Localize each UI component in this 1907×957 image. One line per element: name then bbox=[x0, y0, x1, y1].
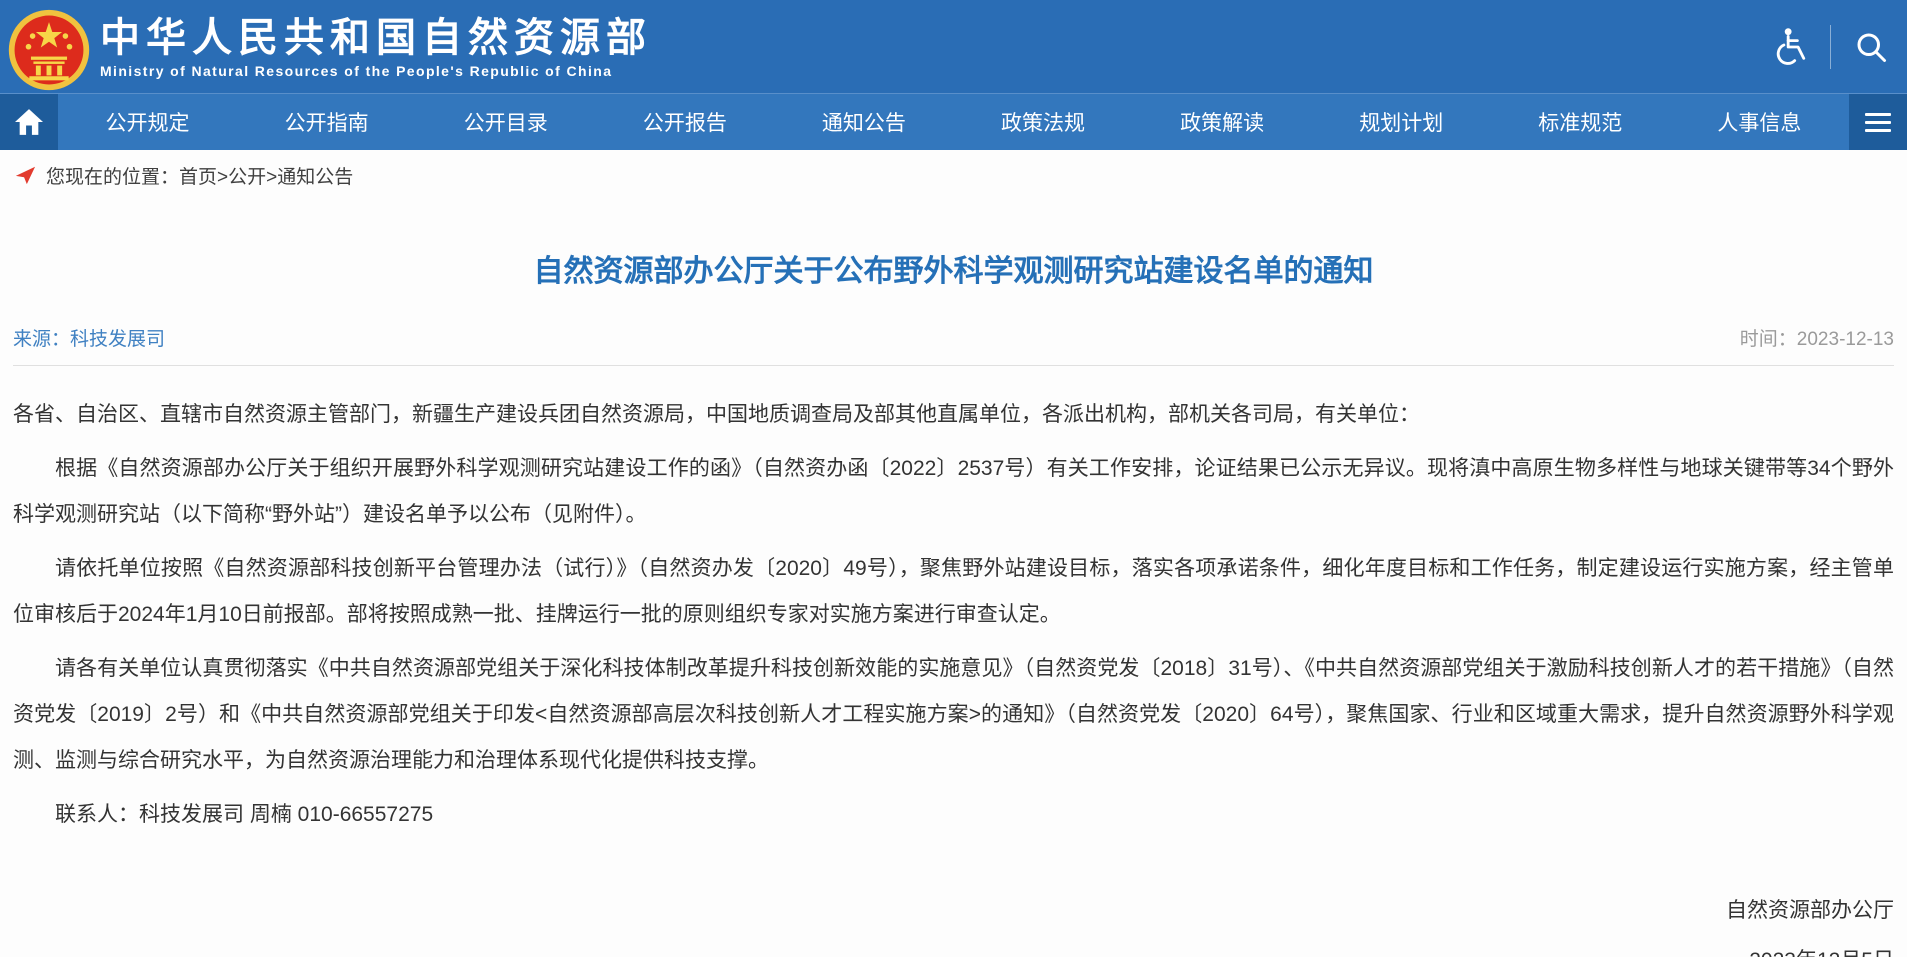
national-emblem-icon bbox=[8, 9, 90, 91]
site-title: 中华人民共和国自然资源部 bbox=[100, 15, 652, 61]
header-divider bbox=[1830, 25, 1831, 69]
article: 自然资源部办公厅关于公布野外科学观测研究站建设名单的通知 来源：科技发展司 时间… bbox=[0, 252, 1907, 957]
nav-item-open-catalog[interactable]: 公开目录 bbox=[416, 94, 595, 150]
article-meta: 来源：科技发展司 时间：2023-12-13 bbox=[13, 324, 1894, 366]
header-tools bbox=[1774, 0, 1889, 93]
search-button[interactable] bbox=[1853, 29, 1889, 65]
site-subtitle: Ministry of Natural Resources of the Peo… bbox=[100, 63, 652, 79]
accessibility-icon bbox=[1774, 27, 1808, 67]
nav-item-policies-laws[interactable]: 政策法规 bbox=[953, 94, 1132, 150]
accessibility-button[interactable] bbox=[1774, 27, 1808, 67]
article-footer: 自然资源部办公厅 2023年12月5日 bbox=[13, 886, 1894, 957]
nav-item-personnel-info[interactable]: 人事信息 bbox=[1670, 94, 1849, 150]
paragraph: 请依托单位按照《自然资源部科技创新平台管理办法（试行）》（自然资办发〔2020〕… bbox=[13, 546, 1894, 638]
brand: 中华人民共和国自然资源部 Ministry of Natural Resourc… bbox=[100, 15, 652, 79]
nav-list: 公开规定 公开指南 公开目录 公开报告 通知公告 政策法规 政策解读 规划计划 … bbox=[58, 94, 1849, 150]
paragraph: 请各有关单位认真贯彻落实《中共自然资源部党组关于深化科技体制改革提升科技创新效能… bbox=[13, 646, 1894, 784]
nav-item-open-guide[interactable]: 公开指南 bbox=[237, 94, 416, 150]
breadcrumb: 您现在的位置： 首页>公开>通知公告 bbox=[0, 150, 1907, 200]
home-icon bbox=[15, 109, 43, 135]
page-title: 自然资源部办公厅关于公布野外科学观测研究站建设名单的通知 bbox=[13, 252, 1894, 292]
location-pointer-icon bbox=[14, 164, 36, 186]
nav-item-notices[interactable]: 通知公告 bbox=[774, 94, 953, 150]
main-nav: 公开规定 公开指南 公开目录 公开报告 通知公告 政策法规 政策解读 规划计划 … bbox=[0, 93, 1907, 150]
nav-item-open-regulations[interactable]: 公开规定 bbox=[58, 94, 237, 150]
paragraph: 根据《自然资源部办公厅关于组织开展野外科学观测研究站建设工作的函》（自然资办函〔… bbox=[13, 446, 1894, 538]
signature-date: 2023年12月5日 bbox=[13, 936, 1894, 957]
search-icon bbox=[1853, 29, 1889, 65]
nav-more-button[interactable] bbox=[1849, 94, 1907, 150]
nav-item-open-reports[interactable]: 公开报告 bbox=[595, 94, 774, 150]
paragraph: 各省、自治区、直辖市自然资源主管部门，新疆生产建设兵团自然资源局，中国地质调查局… bbox=[13, 392, 1894, 438]
article-body: 各省、自治区、直辖市自然资源主管部门，新疆生产建设兵团自然资源局，中国地质调查局… bbox=[13, 392, 1894, 838]
signature: 自然资源部办公厅 bbox=[13, 886, 1894, 936]
hamburger-icon bbox=[1865, 113, 1891, 116]
source-link[interactable]: 来源：科技发展司 bbox=[13, 324, 165, 351]
nav-item-standards[interactable]: 标准规范 bbox=[1491, 94, 1670, 150]
breadcrumb-label: 您现在的位置： bbox=[46, 162, 179, 189]
contact-line: 联系人：科技发展司 周楠 010-66557275 bbox=[13, 792, 1894, 838]
publish-time: 时间：2023-12-13 bbox=[1740, 324, 1894, 351]
nav-item-policy-interpretation[interactable]: 政策解读 bbox=[1133, 94, 1312, 150]
breadcrumb-path[interactable]: 首页>公开>通知公告 bbox=[179, 162, 353, 189]
nav-home-button[interactable] bbox=[0, 94, 58, 150]
nav-item-planning[interactable]: 规划计划 bbox=[1312, 94, 1491, 150]
site-header: 中华人民共和国自然资源部 Ministry of Natural Resourc… bbox=[0, 0, 1907, 93]
